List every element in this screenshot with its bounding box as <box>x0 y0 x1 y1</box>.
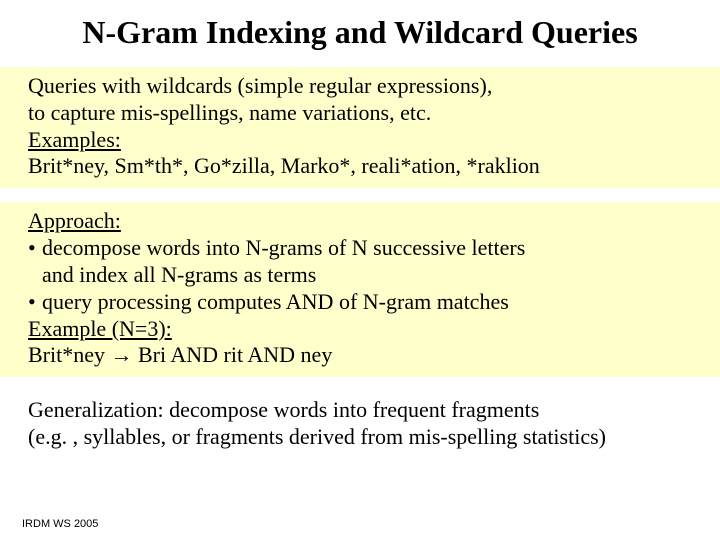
examples-text: Brit*ney, Sm*th*, Go*zilla, Marko*, real… <box>28 153 710 180</box>
approach-label: Approach: <box>28 208 121 233</box>
intro-line-1: Queries with wildcards (simple regular e… <box>28 73 710 100</box>
generalization-line-1: Generalization: decompose words into fre… <box>28 397 710 424</box>
example-label: Example (N=3): <box>28 316 172 341</box>
approach-block: Approach: • decompose words into N-grams… <box>0 202 720 377</box>
example-rhs: Bri AND rit AND ney <box>133 342 333 367</box>
examples-label: Examples: <box>28 127 121 152</box>
generalization-block: Generalization: decompose words into fre… <box>0 391 720 457</box>
bullet-2: query processing computes AND of N-gram … <box>42 289 710 316</box>
slide-title: N-Gram Indexing and Wildcard Queries <box>0 0 720 61</box>
intro-line-2: to capture mis-spellings, name variation… <box>28 100 710 127</box>
slide: N-Gram Indexing and Wildcard Queries Que… <box>0 0 720 540</box>
bullet-icon: • <box>28 289 42 316</box>
bullet-1b: and index all N-grams as terms <box>28 262 710 289</box>
bullet-icon: • <box>28 235 42 262</box>
generalization-line-2: (e.g. , syllables, or fragments derived … <box>28 424 710 451</box>
arrow-icon: → <box>111 342 133 367</box>
example-lhs: Brit*ney <box>28 342 111 367</box>
bullet-1a: decompose words into N-grams of N succes… <box>42 235 710 262</box>
footer-text: IRDM WS 2005 <box>22 518 98 530</box>
intro-block: Queries with wildcards (simple regular e… <box>0 67 720 188</box>
example-line: Brit*ney → Bri AND rit AND ney <box>28 342 710 369</box>
